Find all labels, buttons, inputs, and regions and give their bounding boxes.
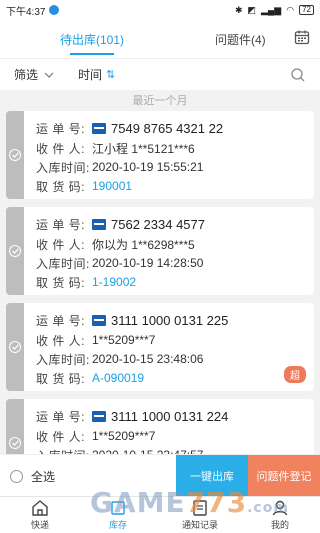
recipient-value: 你以为 1**6298***5	[92, 237, 195, 252]
courier-logo-icon	[92, 122, 106, 134]
select-all-label: 全选	[31, 470, 56, 484]
waybill-label: 运 单 号:	[36, 217, 86, 232]
recipient-value: 江小程 1**5121***6	[92, 141, 195, 156]
waybill-label: 运 单 号:	[36, 409, 86, 424]
recipient-value: 1**5209***7	[92, 333, 156, 347]
courier-logo-icon	[92, 314, 106, 326]
waybill-label: 运 单 号:	[36, 313, 86, 328]
nav-stock-label: 库存	[108, 520, 127, 530]
tab-pending[interactable]: 待出库(101)	[60, 20, 124, 58]
time-value: 2020-10-19 15:55:21	[92, 160, 204, 174]
watermark-text-b: 773	[185, 486, 248, 519]
sort-icon: ⇅	[106, 69, 116, 81]
home-icon	[32, 500, 48, 516]
courier-logo-icon	[92, 218, 106, 230]
select-all[interactable]: 全选	[10, 468, 55, 485]
pickup-code: A-090019	[92, 371, 145, 385]
chevron-down-icon	[44, 72, 54, 78]
clock: 下午4:37	[6, 6, 46, 18]
filter-bar: 筛选 时间 ⇅	[0, 58, 320, 90]
filter-label: 筛选	[14, 68, 39, 82]
filter-dropdown[interactable]: 筛选	[14, 66, 54, 83]
top-tabs: 待出库(101) 问题件(4)	[0, 20, 320, 58]
parcel-card[interactable]: 运 单 号: 3111 1000 0131 225 收 件 人: 1**5209*…	[6, 303, 314, 391]
nav-mine-label: 我的	[270, 520, 289, 530]
tab-problem[interactable]: 问题件(4)	[215, 20, 266, 58]
battery-icon: 72	[299, 5, 314, 15]
status-bar: 下午4:37 ✱ ◩ ▂▄▆ ◠ 72	[0, 0, 320, 20]
mute-icon: ◩	[247, 4, 256, 15]
overdue-badge: 超	[284, 366, 306, 383]
status-icons: ✱ ◩ ▂▄▆ ◠ 72	[235, 5, 314, 16]
code-label: 取 货 码:	[36, 275, 86, 290]
waybill-number: 3111 1000 0131 225	[111, 312, 229, 328]
bluetooth-icon: ✱	[234, 4, 243, 15]
check-icon	[9, 245, 21, 257]
recipient-label: 收 件 人:	[36, 141, 86, 156]
recipient-label: 收 件 人:	[36, 429, 86, 444]
calendar-icon[interactable]	[294, 29, 310, 45]
nav-home[interactable]: 快递	[10, 499, 70, 531]
time-label: 入库时间:	[36, 160, 90, 175]
search-icon[interactable]	[290, 67, 306, 83]
notification-icon	[49, 5, 60, 15]
code-label: 取 货 码:	[36, 371, 86, 386]
time-label: 入库时间:	[36, 256, 90, 271]
time-value: 2020-10-19 14:28:50	[92, 256, 204, 270]
select-all-radio[interactable]	[10, 470, 23, 483]
waybill-number: 7562 2334 4577	[111, 216, 205, 232]
pickup-code: 1-19002	[92, 275, 137, 289]
time-value: 2020-10-15 23:48:06	[92, 352, 204, 366]
parcel-card[interactable]: 运 单 号: 7562 2334 4577 收 件 人: 你以为 1**6298**…	[6, 207, 314, 295]
select-strip[interactable]	[6, 111, 24, 199]
waybill-label: 运 单 号:	[36, 121, 86, 136]
sort-by-time[interactable]: 时间 ⇅	[78, 66, 115, 83]
time-label: 入库时间:	[36, 352, 90, 367]
wifi-icon: ◠	[286, 4, 295, 15]
waybill-number: 7549 8765 4321 22	[111, 120, 224, 136]
check-icon	[9, 149, 21, 161]
select-strip[interactable]	[6, 207, 24, 295]
courier-logo-icon	[92, 410, 106, 422]
watermark-text-a: GAME	[90, 486, 186, 519]
waybill-number: 3111 1000 0131 224	[111, 408, 229, 424]
check-icon	[9, 437, 21, 449]
section-title: 最近一个月	[132, 95, 188, 107]
check-icon	[9, 341, 21, 353]
pickup-code: 190001	[92, 179, 133, 193]
sort-label: 时间	[78, 68, 103, 82]
watermark-text-c: .com	[247, 500, 289, 516]
select-strip[interactable]	[6, 303, 24, 391]
recipient-label: 收 件 人:	[36, 237, 86, 252]
nav-notice-label: 通知记录	[181, 520, 218, 530]
parcel-card[interactable]: 运 单 号: 7549 8765 4321 22 收 件 人: 江小程 1**512…	[6, 111, 314, 199]
recipient-value: 1**5209***7	[92, 429, 156, 443]
signal-icon: ▂▄▆	[261, 4, 282, 15]
watermark-logo: GAME773.com	[90, 486, 289, 519]
recipient-label: 收 件 人:	[36, 333, 86, 348]
code-label: 取 货 码:	[36, 179, 86, 194]
nav-home-label: 快递	[30, 520, 49, 530]
